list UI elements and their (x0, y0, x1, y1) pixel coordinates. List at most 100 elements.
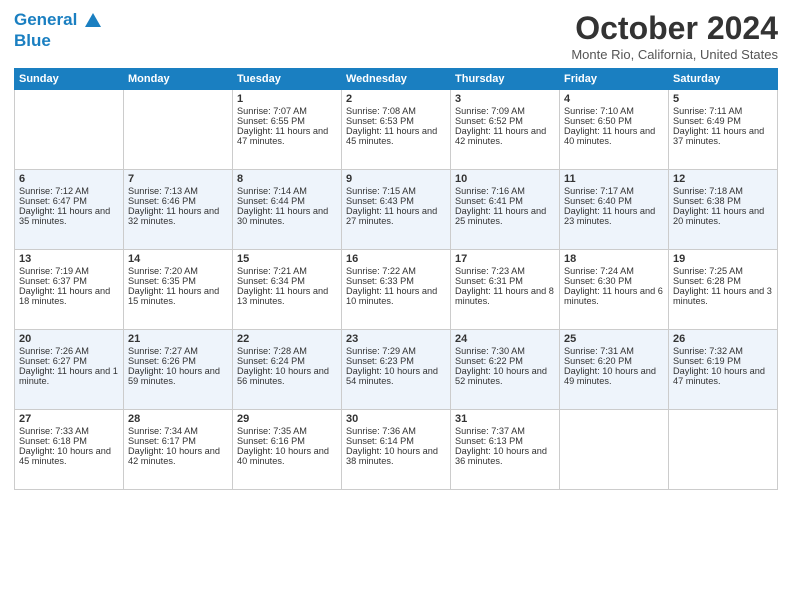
day-info: Sunset: 6:23 PM (346, 356, 446, 366)
day-info: Sunrise: 7:07 AM (237, 106, 337, 116)
title-block: October 2024 Monte Rio, California, Unit… (571, 10, 778, 62)
day-info: Sunset: 6:22 PM (455, 356, 555, 366)
day-number: 26 (673, 333, 773, 345)
day-info: Daylight: 11 hours and 40 minutes. (564, 126, 664, 146)
day-number: 28 (128, 413, 228, 425)
table-row: 25Sunrise: 7:31 AMSunset: 6:20 PMDayligh… (560, 330, 669, 410)
day-number: 5 (673, 93, 773, 105)
day-info: Sunset: 6:53 PM (346, 116, 446, 126)
col-friday: Friday (560, 69, 669, 90)
day-info: Daylight: 11 hours and 45 minutes. (346, 126, 446, 146)
day-info: Daylight: 10 hours and 54 minutes. (346, 366, 446, 386)
day-number: 7 (128, 173, 228, 185)
day-info: Sunrise: 7:11 AM (673, 106, 773, 116)
day-number: 21 (128, 333, 228, 345)
day-info: Sunset: 6:44 PM (237, 196, 337, 206)
day-info: Sunset: 6:46 PM (128, 196, 228, 206)
table-row: 3Sunrise: 7:09 AMSunset: 6:52 PMDaylight… (451, 90, 560, 170)
table-row (124, 90, 233, 170)
table-row: 7Sunrise: 7:13 AMSunset: 6:46 PMDaylight… (124, 170, 233, 250)
table-row (669, 410, 778, 490)
day-number: 4 (564, 93, 664, 105)
day-info: Daylight: 11 hours and 13 minutes. (237, 286, 337, 306)
day-info: Daylight: 10 hours and 42 minutes. (128, 446, 228, 466)
day-number: 23 (346, 333, 446, 345)
day-info: Sunrise: 7:09 AM (455, 106, 555, 116)
day-info: Daylight: 11 hours and 37 minutes. (673, 126, 773, 146)
day-number: 10 (455, 173, 555, 185)
day-info: Sunset: 6:40 PM (564, 196, 664, 206)
location: Monte Rio, California, United States (571, 47, 778, 62)
day-info: Sunset: 6:41 PM (455, 196, 555, 206)
day-info: Daylight: 11 hours and 30 minutes. (237, 206, 337, 226)
col-thursday: Thursday (451, 69, 560, 90)
table-row: 2Sunrise: 7:08 AMSunset: 6:53 PMDaylight… (342, 90, 451, 170)
day-number: 6 (19, 173, 119, 185)
day-info: Sunrise: 7:16 AM (455, 186, 555, 196)
day-info: Sunrise: 7:34 AM (128, 426, 228, 436)
day-number: 13 (19, 253, 119, 265)
day-number: 9 (346, 173, 446, 185)
day-number: 29 (237, 413, 337, 425)
table-row: 19Sunrise: 7:25 AMSunset: 6:28 PMDayligh… (669, 250, 778, 330)
day-info: Sunrise: 7:10 AM (564, 106, 664, 116)
day-info: Daylight: 11 hours and 8 minutes. (455, 286, 555, 306)
day-info: Sunrise: 7:35 AM (237, 426, 337, 436)
col-saturday: Saturday (669, 69, 778, 90)
table-row: 1Sunrise: 7:07 AMSunset: 6:55 PMDaylight… (233, 90, 342, 170)
day-info: Daylight: 10 hours and 59 minutes. (128, 366, 228, 386)
day-number: 11 (564, 173, 664, 185)
day-info: Sunrise: 7:15 AM (346, 186, 446, 196)
table-row: 26Sunrise: 7:32 AMSunset: 6:19 PMDayligh… (669, 330, 778, 410)
table-row: 27Sunrise: 7:33 AMSunset: 6:18 PMDayligh… (15, 410, 124, 490)
day-info: Sunset: 6:17 PM (128, 436, 228, 446)
day-info: Sunset: 6:55 PM (237, 116, 337, 126)
table-row: 17Sunrise: 7:23 AMSunset: 6:31 PMDayligh… (451, 250, 560, 330)
day-info: Sunset: 6:14 PM (346, 436, 446, 446)
table-row: 11Sunrise: 7:17 AMSunset: 6:40 PMDayligh… (560, 170, 669, 250)
day-info: Sunset: 6:47 PM (19, 196, 119, 206)
day-info: Sunset: 6:50 PM (564, 116, 664, 126)
day-info: Sunset: 6:38 PM (673, 196, 773, 206)
day-info: Sunrise: 7:36 AM (346, 426, 446, 436)
day-info: Sunrise: 7:22 AM (346, 266, 446, 276)
day-info: Sunset: 6:26 PM (128, 356, 228, 366)
day-number: 18 (564, 253, 664, 265)
day-info: Daylight: 11 hours and 3 minutes. (673, 286, 773, 306)
day-info: Sunrise: 7:32 AM (673, 346, 773, 356)
day-info: Sunrise: 7:31 AM (564, 346, 664, 356)
day-info: Sunrise: 7:24 AM (564, 266, 664, 276)
table-row: 5Sunrise: 7:11 AMSunset: 6:49 PMDaylight… (669, 90, 778, 170)
day-number: 19 (673, 253, 773, 265)
day-info: Sunrise: 7:33 AM (19, 426, 119, 436)
table-row: 20Sunrise: 7:26 AMSunset: 6:27 PMDayligh… (15, 330, 124, 410)
day-info: Sunset: 6:49 PM (673, 116, 773, 126)
day-info: Sunset: 6:19 PM (673, 356, 773, 366)
table-row: 29Sunrise: 7:35 AMSunset: 6:16 PMDayligh… (233, 410, 342, 490)
day-info: Sunset: 6:13 PM (455, 436, 555, 446)
day-info: Daylight: 10 hours and 40 minutes. (237, 446, 337, 466)
day-info: Daylight: 10 hours and 56 minutes. (237, 366, 337, 386)
day-info: Daylight: 11 hours and 20 minutes. (673, 206, 773, 226)
day-number: 25 (564, 333, 664, 345)
day-number: 8 (237, 173, 337, 185)
day-info: Sunrise: 7:12 AM (19, 186, 119, 196)
day-info: Daylight: 10 hours and 38 minutes. (346, 446, 446, 466)
table-row: 31Sunrise: 7:37 AMSunset: 6:13 PMDayligh… (451, 410, 560, 490)
day-info: Sunset: 6:30 PM (564, 276, 664, 286)
day-info: Daylight: 11 hours and 6 minutes. (564, 286, 664, 306)
day-info: Sunset: 6:52 PM (455, 116, 555, 126)
day-info: Sunrise: 7:27 AM (128, 346, 228, 356)
table-row: 9Sunrise: 7:15 AMSunset: 6:43 PMDaylight… (342, 170, 451, 250)
table-row: 28Sunrise: 7:34 AMSunset: 6:17 PMDayligh… (124, 410, 233, 490)
table-row: 12Sunrise: 7:18 AMSunset: 6:38 PMDayligh… (669, 170, 778, 250)
day-info: Daylight: 11 hours and 35 minutes. (19, 206, 119, 226)
day-info: Sunrise: 7:37 AM (455, 426, 555, 436)
table-row: 4Sunrise: 7:10 AMSunset: 6:50 PMDaylight… (560, 90, 669, 170)
day-info: Daylight: 11 hours and 1 minute. (19, 366, 119, 386)
table-row: 8Sunrise: 7:14 AMSunset: 6:44 PMDaylight… (233, 170, 342, 250)
col-tuesday: Tuesday (233, 69, 342, 90)
day-info: Daylight: 11 hours and 10 minutes. (346, 286, 446, 306)
day-info: Sunrise: 7:30 AM (455, 346, 555, 356)
day-info: Sunrise: 7:21 AM (237, 266, 337, 276)
